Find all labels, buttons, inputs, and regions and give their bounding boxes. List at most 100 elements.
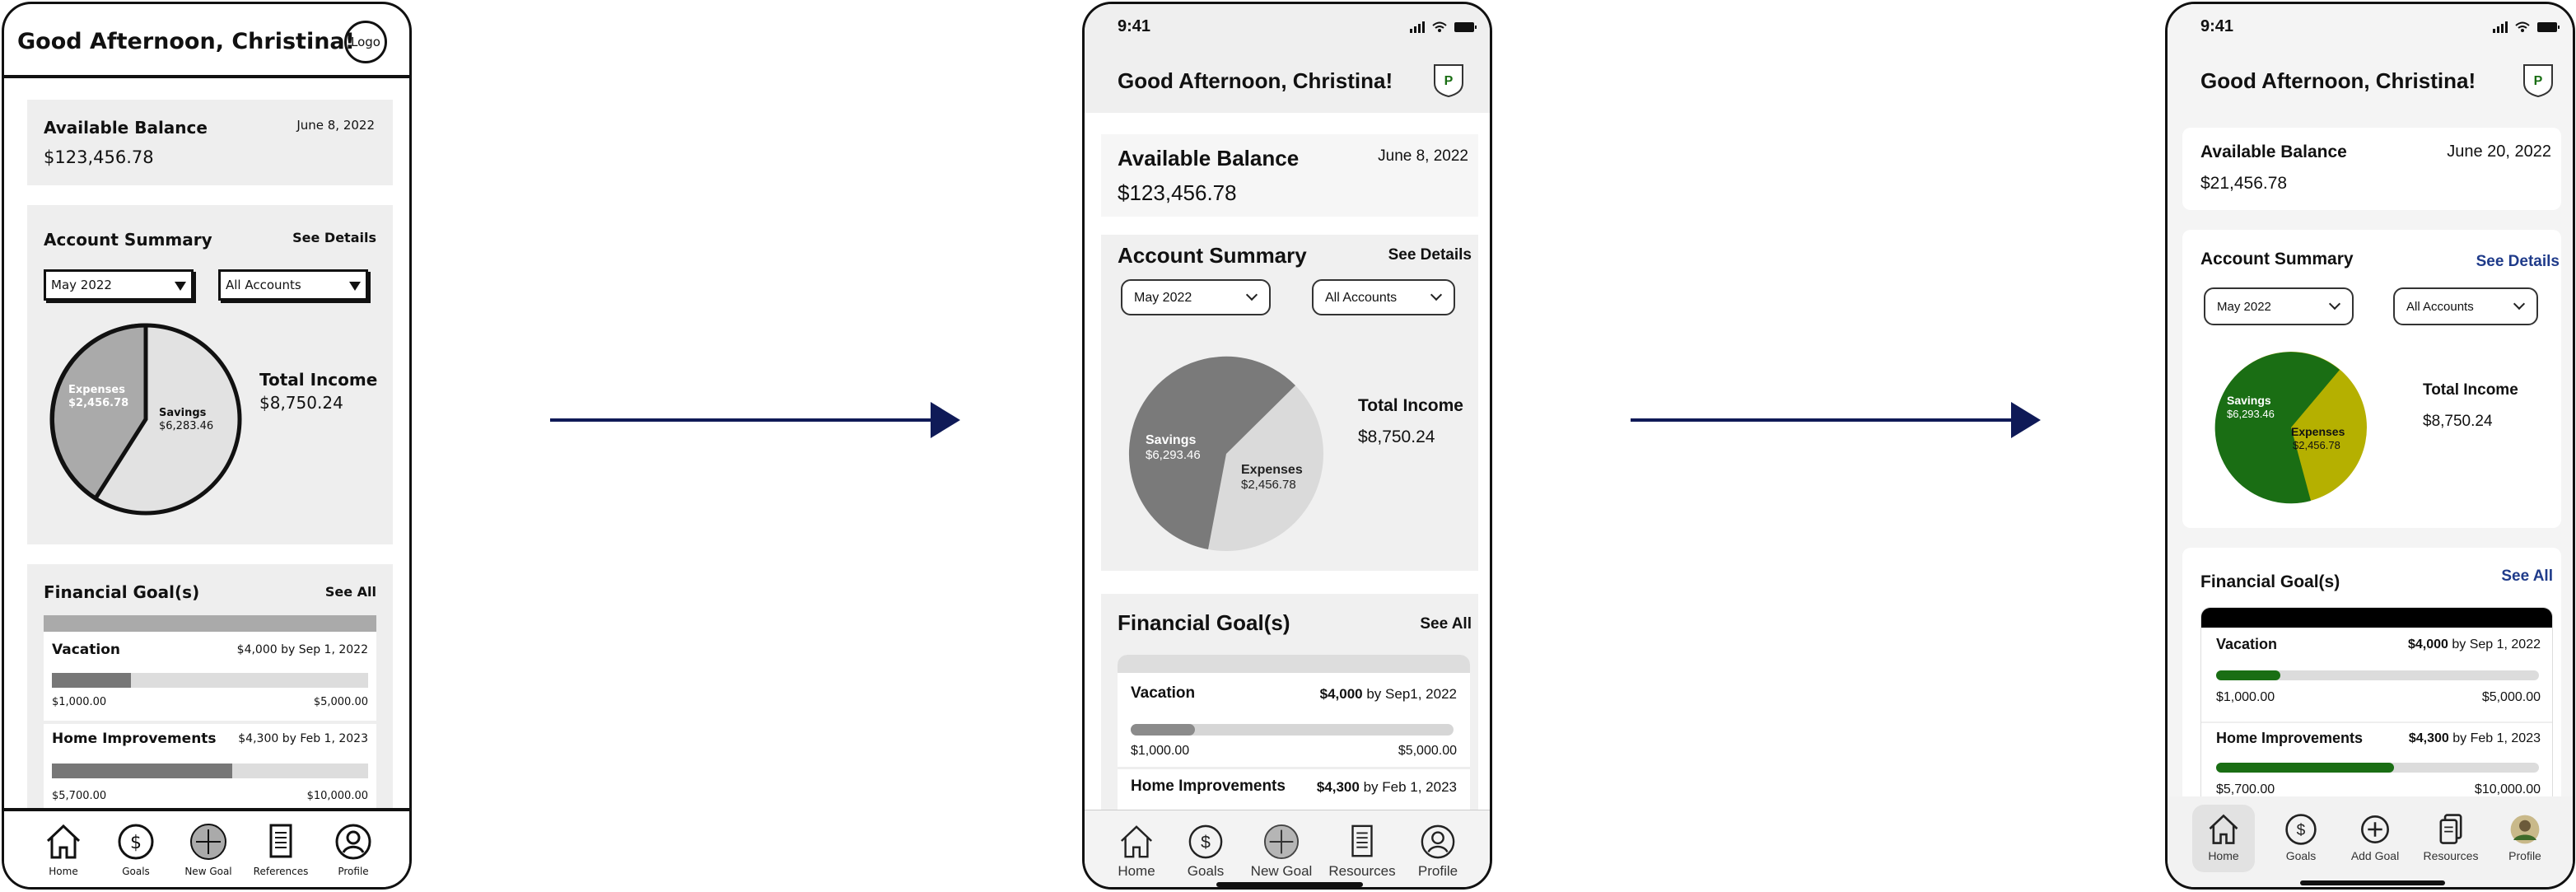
pie-expenses-label: Expenses [2291, 425, 2345, 438]
nav-home-label: Home [2208, 849, 2239, 862]
dollar-icon: $ [118, 824, 154, 860]
balance-date: June 8, 2022 [296, 118, 375, 133]
goal-item-vacation[interactable]: Vacation $4,000 by Sep 1, 2022 $1,000.00… [44, 632, 376, 719]
account-summary-card: Account Summary See Details May 2022 All… [1101, 235, 1478, 571]
goal-progress-fill [52, 673, 131, 688]
nav-profile[interactable]: Profile [317, 823, 390, 877]
see-all-link[interactable]: See All [325, 584, 376, 600]
nav-add-goal-label: Add Goal [2350, 849, 2400, 862]
total-income-value: $8,750.24 [1358, 427, 1435, 446]
month-select[interactable]: May 2022 [44, 269, 194, 301]
nav-goals[interactable]: $ Goals [2270, 805, 2332, 872]
balance-title: Available Balance [1118, 146, 1300, 170]
nav-references[interactable]: References [245, 823, 317, 877]
month-select-value: May 2022 [1134, 291, 1192, 305]
goal-target-date: by Sep1, 2022 [1366, 686, 1457, 702]
nav-resources[interactable]: Resources [1325, 824, 1399, 880]
nav-resources[interactable]: Resources [2420, 805, 2482, 872]
goal-target-date: by Sep 1, 2022 [2452, 637, 2541, 651]
goals-list-header-bar [1118, 655, 1470, 673]
caret-down-icon [349, 282, 361, 291]
nav-profile[interactable]: Profile [1401, 824, 1475, 880]
balance-card: Available Balance June 20, 2022 $21,456.… [2182, 128, 2561, 210]
status-time: 9:41 [1118, 17, 1151, 35]
pie-savings-label: Savings [1146, 433, 1196, 447]
goal-name: Vacation [1131, 684, 1196, 702]
avatar [2510, 815, 2540, 844]
bottom-nav: Home $ Goals New Goal References Profile [4, 808, 409, 887]
nav-home[interactable]: Home [2192, 805, 2255, 872]
summary-pie-chart: Savings $6,293.46 Expenses $2,456.78 [1128, 356, 1323, 551]
arrow-head-icon [2011, 402, 2041, 438]
goal-target-date: by Feb 1, 2023 [2452, 731, 2541, 745]
final-screen: 9:41 Good Afternoon, Christina! P Availa… [2165, 2, 2575, 890]
pie-expenses-label: Expenses [1241, 463, 1303, 477]
see-all-link[interactable]: See All [1420, 615, 1472, 633]
goal-item-vacation[interactable]: Vacation $4,000 by Sep 1, 2022 $1,000.00… [2201, 628, 2552, 720]
month-select[interactable]: May 2022 [2204, 287, 2354, 325]
greeting: Good Afternoon, Christina! [17, 29, 355, 54]
nav-home[interactable]: Home [27, 823, 100, 877]
shield-logo-icon[interactable]: P [2522, 62, 2555, 98]
goal-item-vacation[interactable]: Vacation $4,000 by Sep1, 2022 $1,000.00 … [1118, 673, 1470, 764]
home-icon [1121, 825, 1152, 858]
nav-add-goal[interactable]: Add Goal [2344, 805, 2406, 872]
total-income-value: $8,750.24 [2423, 413, 2493, 430]
accounts-select[interactable]: All Accounts [218, 269, 368, 301]
shield-logo-icon[interactable]: P [1432, 62, 1465, 98]
month-select[interactable]: May 2022 [1121, 279, 1271, 315]
nav-resources-label: Resources [2423, 849, 2479, 862]
balance-title: Available Balance [44, 118, 208, 138]
see-details-link[interactable]: See Details [1388, 246, 1472, 264]
accounts-select[interactable]: All Accounts [2393, 287, 2538, 325]
nav-goals[interactable]: $ Goals [100, 823, 172, 877]
goals-title: Financial Goal(s) [1118, 610, 1290, 635]
goal-name: Home Improvements [1131, 778, 1286, 795]
documents-icon [2439, 814, 2462, 844]
pie-savings-label: Savings [159, 407, 207, 419]
see-details-link[interactable]: See Details [292, 230, 376, 245]
balance-card: Available Balance June 8, 2022 $123,456.… [27, 100, 393, 185]
see-details-link[interactable]: See Details [2476, 253, 2560, 271]
goal-target-amount: $4,300 [1316, 779, 1360, 795]
goal-progress-fill [2216, 670, 2281, 680]
chevron-down-icon [2513, 297, 2526, 311]
goal-progress-bar [2216, 763, 2539, 773]
pie-savings-value: $6,283.46 [159, 420, 213, 432]
balance-amount: $123,456.78 [1118, 180, 1237, 205]
goal-current: $1,000.00 [52, 696, 107, 708]
dollar-icon: $ [2285, 814, 2317, 845]
goal-target: $4,300 by Feb 1, 2023 [2409, 731, 2541, 746]
goals-list-header-bar [44, 615, 376, 632]
nav-resources-label: Resources [1328, 863, 1396, 879]
goal-progress-bar [2216, 670, 2539, 680]
nav-new-goal[interactable]: New Goal [172, 823, 245, 877]
status-icons [2493, 21, 2560, 33]
nav-goals[interactable]: $ Goals [1169, 824, 1243, 880]
status-time: 9:41 [2200, 17, 2234, 35]
pie-savings-value: $6,293.46 [1146, 448, 1201, 462]
goal-amount: $5,000.00 [2481, 690, 2541, 704]
goal-target-amount: $4,000 [2407, 637, 2448, 651]
logo[interactable]: Logo [344, 21, 387, 63]
nav-home[interactable]: Home [1099, 824, 1174, 880]
goal-amount: $10,000.00 [306, 790, 368, 802]
home-indicator [2300, 880, 2445, 885]
accounts-select[interactable]: All Accounts [1312, 279, 1455, 315]
arrow-head-icon [931, 402, 960, 438]
bottom-nav: Home $ Goals Add Goal Resources Profile [2168, 796, 2573, 887]
nav-goals-label: Goals [1187, 863, 1225, 879]
nav-profile[interactable]: Profile [2494, 805, 2556, 872]
goal-item-home-improvements[interactable]: Home Improvements $4,300 by Feb 1, 2023 … [44, 721, 376, 811]
nav-profile-label: Profile [1417, 863, 1458, 879]
pie-expenses-value: $2,456.78 [1241, 478, 1296, 492]
goal-progress-fill [52, 764, 232, 778]
accounts-select-value: All Accounts [226, 278, 301, 292]
financial-goals-card: Financial Goal(s) See All Vacation $4,00… [2182, 548, 2561, 811]
see-all-link[interactable]: See All [2501, 567, 2553, 586]
total-income-title: Total Income [1358, 396, 1463, 415]
summary-pie-chart: Expenses $2,456.78 Savings $6,283.46 [49, 323, 242, 516]
account-summary-card: Account Summary See Details May 2022 All… [2182, 230, 2561, 528]
nav-new-goal[interactable]: New Goal [1244, 824, 1318, 880]
caret-down-icon [175, 282, 186, 291]
